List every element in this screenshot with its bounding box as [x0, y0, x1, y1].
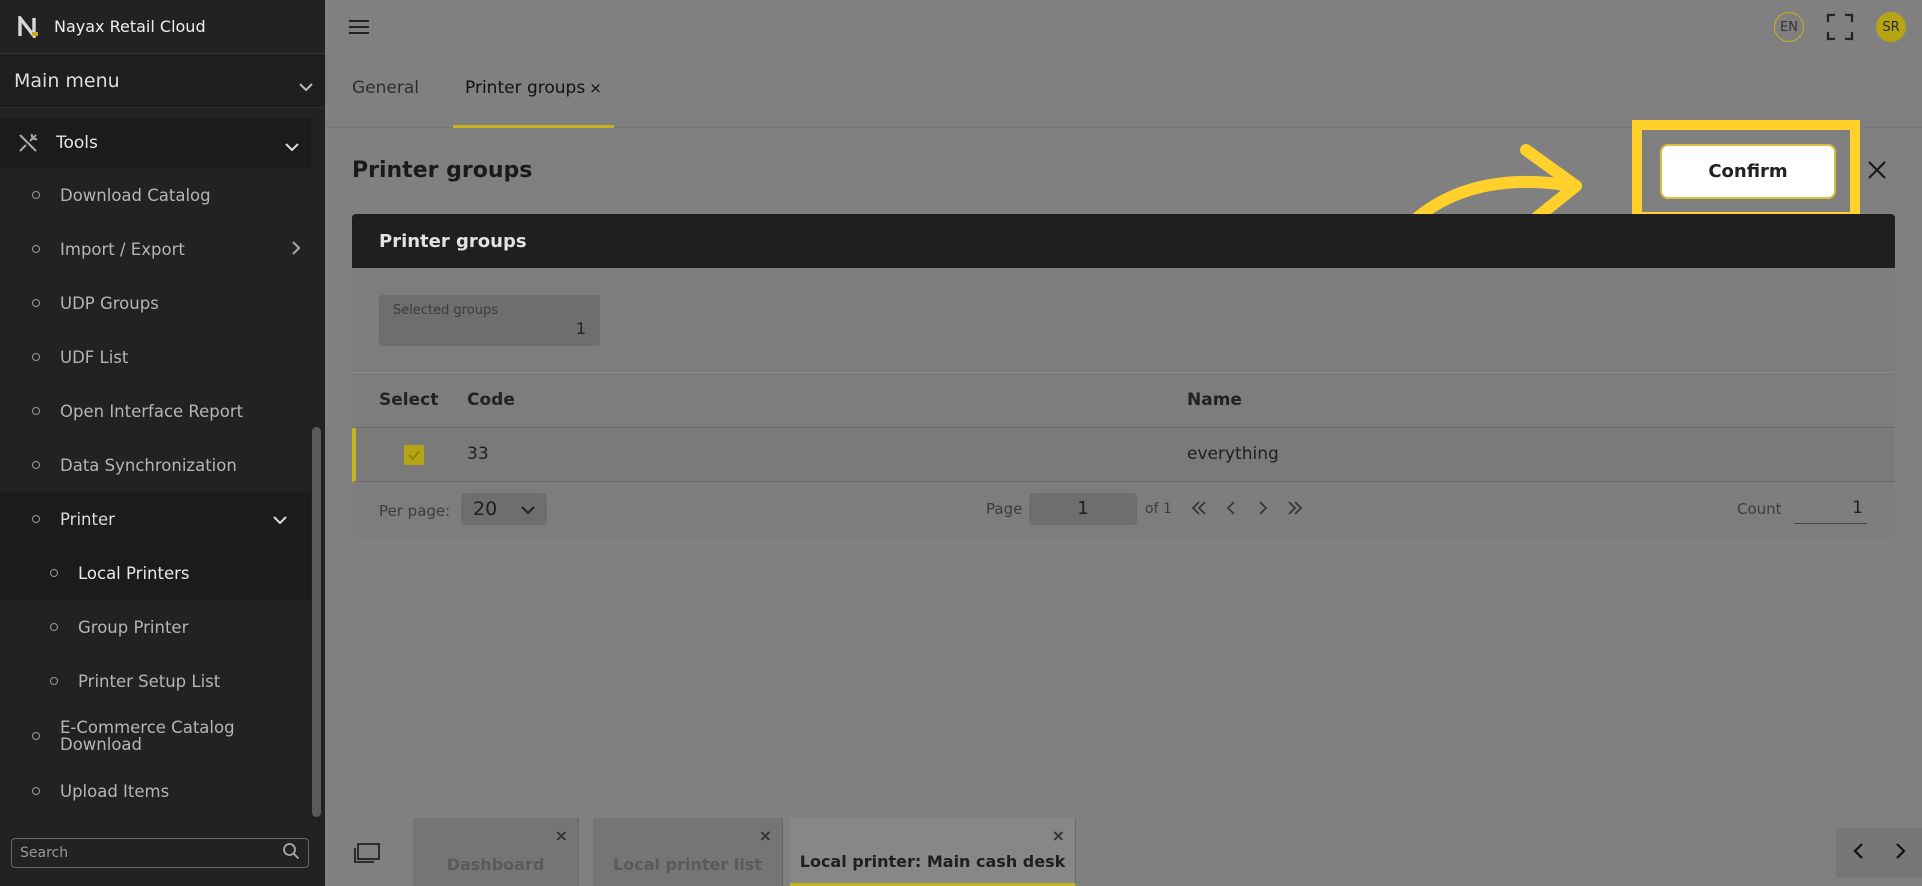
main-menu-toggle[interactable]: Main menu [0, 54, 325, 108]
last-page-icon[interactable] [1286, 496, 1304, 520]
chevron-right-icon [291, 240, 301, 259]
table-header: Select Code Name [352, 372, 1895, 428]
bullet-icon [32, 245, 40, 253]
chevron-down-icon [273, 510, 287, 529]
language-switcher[interactable]: EN [1774, 12, 1804, 42]
row-checkbox[interactable] [404, 445, 424, 465]
printer-groups-card: Printer groups Selected groups 1 Select … [352, 214, 1895, 538]
sidebar-item-udp-groups[interactable]: UDP Groups [0, 276, 325, 330]
chevron-down-icon [521, 498, 535, 520]
count-value: 1 [1794, 492, 1867, 524]
sidebar-item-upload-items[interactable]: Upload Items [0, 764, 325, 818]
prev-page-icon[interactable] [1222, 496, 1240, 520]
sidebar-item-local-printers[interactable]: Local Printers [0, 546, 311, 600]
sidebar: Nayax Retail Cloud Main menu Tools Downl… [0, 0, 325, 886]
bullet-icon [32, 299, 40, 307]
sidebar-item-printer[interactable]: Printer [0, 492, 311, 546]
tab-general[interactable]: General [352, 78, 419, 128]
sidebar-item-ecommerce-catalog-download[interactable]: E-Commerce Catalog Download [0, 708, 325, 764]
hamburger-menu-icon[interactable] [349, 18, 371, 36]
bullet-icon [32, 461, 40, 469]
page-input[interactable]: 1 [1029, 493, 1137, 525]
brand: Nayax Retail Cloud [0, 0, 325, 54]
app-title: Nayax Retail Cloud [54, 17, 206, 36]
sidebar-item-udf-list[interactable]: UDF List [0, 330, 325, 384]
card-header: Printer groups [352, 214, 1895, 268]
next-page-icon[interactable] [1254, 496, 1272, 520]
per-page-label: Per page: [379, 502, 451, 520]
bullet-icon [32, 515, 40, 523]
main-menu-label: Main menu [14, 69, 120, 92]
tools-label: Tools [56, 133, 98, 153]
column-header-name[interactable]: Name [1187, 390, 1242, 410]
close-icon[interactable]: × [555, 826, 568, 845]
chevron-right-icon[interactable] [1895, 841, 1907, 866]
bullet-icon [32, 191, 40, 199]
chevron-left-icon[interactable] [1852, 841, 1864, 866]
cell-name: everything [1187, 444, 1279, 464]
column-header-select[interactable]: Select [379, 390, 438, 410]
chevron-down-icon [285, 137, 299, 152]
sidebar-item-group-printer[interactable]: Group Printer [0, 600, 325, 654]
selected-groups-field: Selected groups 1 [379, 295, 600, 346]
selected-groups-label: Selected groups [393, 303, 499, 318]
chevron-down-icon [299, 75, 313, 91]
tab-scroll-nav [1836, 828, 1922, 878]
sidebar-search [11, 838, 309, 868]
bullet-icon [32, 732, 40, 740]
table-footer: Per page: 20 Page 1 of 1 Count 1 [352, 482, 1895, 538]
table-row[interactable]: 33 everything [352, 428, 1895, 482]
confirm-button[interactable]: Confirm [1660, 144, 1836, 199]
bottom-tab-bar: Dashboard × Local printer list × Local p… [325, 818, 1922, 886]
first-page-icon[interactable] [1190, 496, 1208, 520]
topbar: EN SR [325, 0, 1922, 54]
page-label: Page [986, 500, 1023, 518]
sidebar-item-printer-setup-list[interactable]: Printer Setup List [0, 654, 325, 708]
bullet-icon [32, 353, 40, 361]
fullscreen-icon[interactable] [1826, 13, 1854, 41]
close-icon[interactable]: × [589, 79, 602, 97]
bottom-tab-local-printer-list[interactable]: Local printer list × [593, 818, 783, 886]
tab-bar: General Printer groups × [325, 64, 1922, 128]
close-icon[interactable]: × [759, 826, 772, 845]
selected-groups-value: 1 [575, 319, 586, 338]
tab-printer-groups[interactable]: Printer groups × [453, 78, 614, 128]
nayax-logo-icon [18, 15, 40, 38]
column-header-code[interactable]: Code [467, 390, 515, 410]
sidebar-item-download-catalog[interactable]: Download Catalog [0, 168, 325, 222]
bullet-icon [50, 623, 58, 631]
sidebar-item-open-interface-report[interactable]: Open Interface Report [0, 384, 325, 438]
close-icon[interactable]: × [1052, 826, 1065, 845]
bullet-icon [32, 407, 40, 415]
bottom-tab-local-printer-main-cash-desk[interactable]: Local printer: Main cash desk × [790, 818, 1076, 886]
bullet-icon [50, 569, 58, 577]
sidebar-item-import-export[interactable]: Import / Export [0, 222, 325, 276]
page-total: of 1 [1145, 501, 1172, 517]
sidebar-item-data-synchronization[interactable]: Data Synchronization [0, 438, 325, 492]
windows-icon[interactable] [353, 842, 381, 866]
page-title: Printer groups [352, 158, 533, 183]
sidebar-search-input[interactable] [20, 845, 282, 861]
checkmark-icon [408, 450, 420, 461]
pager [1190, 496, 1304, 520]
close-icon[interactable] [1865, 158, 1889, 182]
sidebar-section-tools[interactable]: Tools [0, 118, 311, 168]
search-icon[interactable] [282, 842, 300, 864]
sidebar-scrollbar[interactable] [312, 427, 321, 817]
per-page-select[interactable]: 20 [461, 493, 547, 525]
bottom-tab-dashboard[interactable]: Dashboard × [413, 818, 579, 886]
tools-icon [16, 131, 40, 155]
bullet-icon [50, 677, 58, 685]
bullet-icon [32, 787, 40, 795]
avatar[interactable]: SR [1876, 12, 1906, 42]
count-label: Count [1737, 500, 1782, 518]
cell-code: 33 [467, 444, 489, 464]
